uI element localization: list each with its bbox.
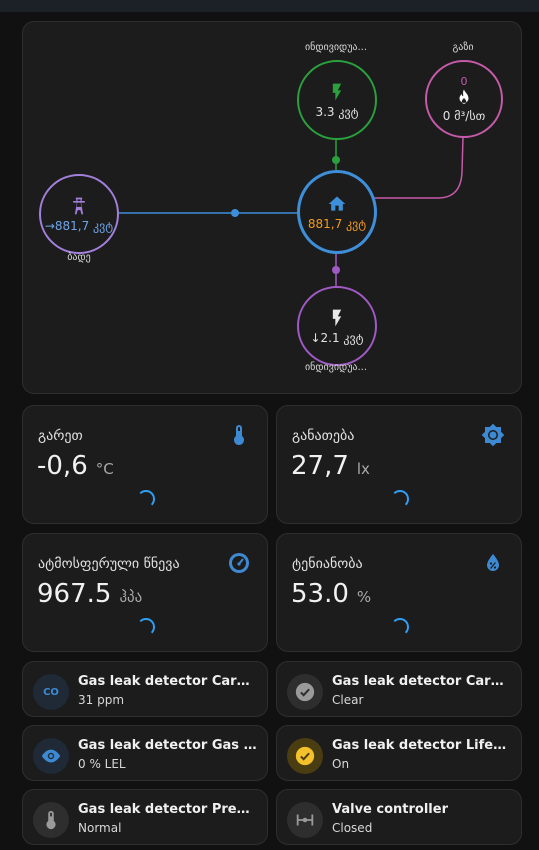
home-node[interactable]: 881,7 კვტ: [297, 170, 377, 254]
tile-state: Normal: [78, 821, 122, 835]
tile-name: Gas leak detector Carbon ...: [332, 674, 512, 689]
check-circle-icon: [287, 738, 323, 774]
sensor-card-illuminance[interactable]: განათება 27,7 lx: [276, 405, 522, 524]
water-percent-icon: [487, 554, 499, 571]
lightning-icon: [332, 83, 342, 100]
tile-state: Clear: [332, 693, 364, 707]
tile-co-status[interactable]: Gas leak detector Carbon ... Clear: [276, 661, 522, 717]
tile-state: On: [332, 757, 350, 771]
solar-bottom-label: ინდივიდუა...: [304, 362, 368, 373]
transmission-tower-icon: [73, 197, 85, 214]
valve-icon: [287, 802, 323, 838]
home-value: 881,7 კვტ: [307, 216, 367, 231]
sensor-card-pressure[interactable]: ატმოსფერული წნევა 967.5 ჰპა: [22, 533, 268, 652]
brightness-icon: [481, 423, 505, 447]
sensor-value: 27,7 lx: [291, 451, 370, 481]
grid-flow-dot: [231, 209, 239, 217]
sensor-title: ატმოსფერული წნევა: [38, 556, 180, 572]
top-bar: [0, 0, 539, 12]
tile-valve[interactable]: Valve controller Closed: [276, 789, 522, 845]
tile-state: 31 ppm: [78, 693, 125, 707]
sensor-unit: °C: [95, 460, 114, 478]
sensor-value: -0,6 °C: [37, 451, 114, 481]
gas-label: გაზი: [452, 42, 474, 53]
sensor-value: 967.5 ჰპა: [37, 579, 143, 609]
sensor-card-outdoor[interactable]: გარეთ -0,6 °C: [22, 405, 268, 524]
loading-spinner: [391, 490, 409, 508]
gas-top-value: 0: [460, 75, 468, 88]
tile-state: Closed: [332, 821, 373, 835]
thermometer-icon: [234, 425, 244, 445]
home-icon: [328, 196, 346, 211]
tile-name: Valve controller: [332, 802, 448, 817]
gas-home-line: [374, 136, 464, 199]
sensor-card-humidity[interactable]: ტენიანობა 53.0%: [276, 533, 522, 652]
solar-bottom-node[interactable]: ↓2.1 კვტ: [297, 286, 377, 366]
tile-lifecycle[interactable]: Gas leak detector Lifecycle On: [276, 725, 522, 781]
sensor-unit: ჰპა: [119, 588, 143, 606]
fire-icon: [459, 89, 469, 104]
solar-top-value: 3.3 კვტ: [315, 104, 359, 119]
grid-label: ბადე: [67, 252, 91, 263]
tile-preheat[interactable]: Gas leak detector Preheat Normal: [22, 789, 268, 845]
loading-spinner: [137, 618, 155, 636]
gauge-icon: [229, 553, 249, 573]
thermometer-icon: [33, 802, 69, 838]
solar-flow-dot: [332, 156, 340, 164]
battery-flow-dot: [332, 266, 340, 274]
tile-gas-leak[interactable]: Gas leak detector Gas leak 0 % LEL: [22, 725, 268, 781]
energy-distribution-card: ინდივიდუა... 3.3 კვტ გაზი 0 0 მ³/სთ →881…: [22, 21, 522, 394]
loading-spinner: [391, 618, 409, 636]
sensor-unit: %: [356, 588, 372, 606]
tile-state: 0 % LEL: [78, 757, 126, 771]
loading-spinner: [137, 490, 155, 508]
eye-icon: [33, 738, 69, 774]
tile-name: Gas leak detector Lifecycle: [332, 738, 512, 753]
gas-node[interactable]: 0 0 მ³/სთ: [425, 60, 503, 138]
sensor-value: 53.0%: [291, 579, 372, 609]
sensor-unit: lx: [356, 460, 370, 478]
sensor-title: გარეთ: [38, 428, 83, 444]
solar-top-node[interactable]: 3.3 კვტ: [297, 60, 377, 140]
lightning-icon: [332, 309, 342, 326]
tile-name: Gas leak detector Preheat: [78, 802, 258, 817]
solar-bottom-value: ↓2.1 კვტ: [310, 330, 364, 345]
solar-top-label: ინდივიდუა...: [304, 42, 368, 53]
tile-co-level[interactable]: CO Gas leak detector Carbon ... 31 ppm: [22, 661, 268, 717]
gas-value: 0 მ³/სთ: [442, 109, 486, 123]
co-icon: CO: [33, 674, 69, 710]
grid-value: →881,7 კვტ: [44, 218, 114, 233]
check-circle-icon: [287, 674, 323, 710]
sensor-title: ტენიანობა: [292, 556, 363, 572]
tile-name: Gas leak detector Gas leak: [78, 738, 258, 753]
sensor-title: განათება: [292, 428, 355, 444]
tile-name: Gas leak detector Carbon ...: [78, 674, 258, 689]
grid-node[interactable]: →881,7 კვტ: [39, 174, 119, 254]
